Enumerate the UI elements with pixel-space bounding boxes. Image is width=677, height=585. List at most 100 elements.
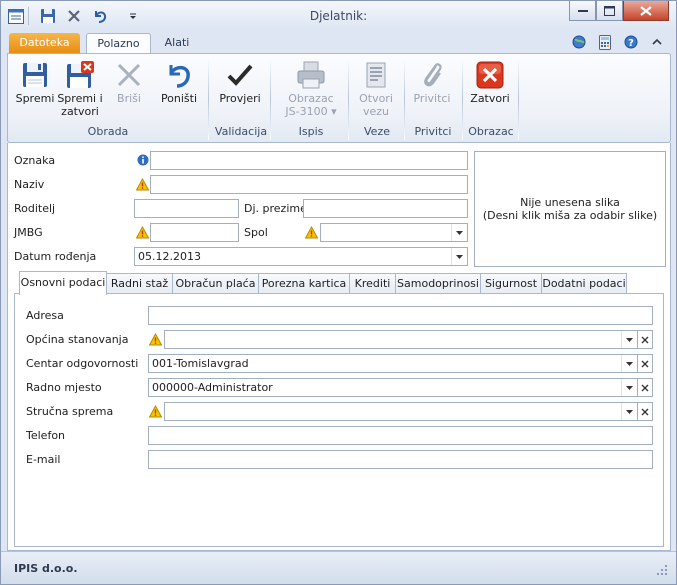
tab-obracun-placa[interactable]: Obračun plaća [172, 273, 259, 294]
status-bar: IPIS d.o.o. [1, 551, 676, 584]
dj-prezime-input[interactable] [303, 199, 468, 218]
save-and-close-label-1: Spremi i [57, 92, 103, 105]
undo-button-label: Poništi [160, 92, 198, 105]
naziv-label: Naziv [14, 178, 45, 191]
chevron-down-icon[interactable] [621, 331, 637, 348]
open-link-button[interactable]: Otvori vezu [354, 58, 398, 118]
chevron-down-icon[interactable] [621, 379, 637, 396]
group-label-validacija: Validacija [214, 125, 268, 138]
delete-button[interactable]: Briši [110, 58, 148, 105]
clear-strucna-sprema-button[interactable] [637, 402, 653, 421]
calculator-icon[interactable] [597, 34, 613, 50]
tab-samodoprinosi[interactable]: Samodoprinosi [395, 273, 481, 294]
close-form-button[interactable]: Zatvori [468, 58, 512, 105]
radno-mjesto-value: 000000-Administrator [152, 381, 273, 394]
ribbon: Spremi Spremi i zatvori Briši Poništi Pr… [7, 53, 671, 143]
validate-button[interactable]: Provjeri [216, 58, 264, 105]
delete-button-label: Briši [117, 92, 141, 105]
oznaka-label: Oznaka [14, 154, 56, 167]
group-separator [348, 58, 349, 140]
minimize-button[interactable] [569, 1, 596, 21]
close-icon [476, 61, 504, 89]
chevron-down-icon[interactable] [621, 403, 637, 420]
tab-krediti[interactable]: Krediti [349, 273, 396, 294]
radno-mjesto-select[interactable]: 000000-Administrator [148, 378, 638, 397]
group-label-ispis: Ispis [298, 125, 324, 138]
tab-polazno[interactable]: Polazno [86, 33, 151, 54]
print-form-button[interactable]: Obrazac JS-3100 ▾ [276, 58, 346, 118]
collapse-ribbon-icon[interactable] [649, 34, 665, 50]
save-button-label: Spremi [15, 92, 55, 105]
group-label-veze: Veze [364, 125, 390, 138]
save-and-close-button[interactable]: Spremi i zatvori [57, 58, 103, 118]
opcina-stanovanja-label: Općina stanovanja [26, 333, 129, 346]
save-button[interactable]: Spremi [13, 58, 57, 105]
photo-placeholder-line-1: Nije unesena slika [520, 196, 620, 209]
tab-porezna-kartica[interactable]: Porezna kartica [258, 273, 350, 294]
strucna-sprema-select[interactable] [164, 402, 638, 421]
check-icon [227, 64, 253, 86]
chevron-down-icon[interactable] [451, 224, 467, 241]
delete-icon [117, 63, 141, 87]
globe-icon[interactable] [571, 34, 587, 50]
centar-odgovornosti-select[interactable]: 001-Tomislavgrad [148, 354, 638, 373]
link-document-icon [366, 62, 386, 88]
close-window-button[interactable] [623, 1, 669, 21]
undo-button[interactable]: Poništi [158, 58, 200, 105]
strucna-sprema-label: Stručna sprema [26, 405, 114, 418]
chevron-down-icon[interactable] [451, 248, 467, 265]
clear-centar-button[interactable] [637, 354, 653, 373]
open-link-label-2: vezu [362, 105, 390, 118]
print-form-label-2: JS-3100 ▾ [285, 105, 337, 118]
photo-placeholder-line-2: (Desni klik miša za odabir slike) [482, 209, 658, 222]
roditelj-label: Roditelj [14, 202, 56, 215]
adresa-label: Adresa [26, 309, 64, 322]
tab-alati[interactable]: Alati [153, 33, 201, 53]
email-label: E-mail [26, 453, 61, 466]
oznaka-input[interactable] [150, 151, 468, 170]
datum-rodjenja-value: 05.12.2013 [138, 250, 201, 263]
chevron-down-icon[interactable] [621, 355, 637, 372]
opcina-stanovanja-select[interactable] [164, 330, 638, 349]
roditelj-input[interactable] [134, 199, 239, 218]
group-label-obrazac: Obrazac [468, 125, 514, 138]
tab-dodatni-podaci[interactable]: Dodatni podaci [541, 273, 627, 294]
adresa-input[interactable] [148, 306, 653, 325]
naziv-input[interactable] [150, 175, 468, 194]
group-label-obrada: Obrada [87, 125, 129, 138]
close-window-icon [640, 5, 652, 16]
group-separator [208, 58, 209, 140]
telefon-label: Telefon [26, 429, 66, 442]
tab-radni-staz[interactable]: Radni staž [106, 273, 173, 294]
photo-placeholder[interactable]: Nije unesena slika (Desni klik miša za o… [474, 151, 666, 267]
undo-icon [169, 65, 190, 88]
warning-icon [149, 405, 162, 418]
tab-datoteka[interactable]: Datoteka [9, 33, 80, 53]
tab-osnovni-podaci[interactable]: Osnovni podaci [19, 271, 107, 295]
save-close-icon [67, 61, 94, 88]
attachments-button-label: Privitci [413, 92, 451, 105]
restore-button[interactable] [596, 1, 623, 21]
tab-sigurnost[interactable]: Sigurnost [480, 273, 542, 294]
dj-prezime-label: Dj. prezime [244, 202, 307, 215]
centar-odgovornosti-label: Centar odgovornosti [26, 357, 139, 370]
telefon-input[interactable] [148, 426, 653, 445]
warning-icon [136, 226, 149, 239]
email-input[interactable] [148, 450, 653, 469]
datum-rodjenja-label: Datum rođenja [14, 250, 97, 263]
save-icon [23, 63, 47, 87]
clear-icon [641, 360, 649, 367]
help-icon[interactable]: ? [623, 34, 639, 50]
clear-opcina-button[interactable] [637, 330, 653, 349]
centar-odgovornosti-value: 001-Tomislavgrad [152, 357, 249, 370]
spol-select[interactable] [320, 223, 468, 242]
clear-icon [641, 336, 649, 343]
jmbg-input[interactable] [150, 223, 239, 242]
group-separator [404, 58, 405, 140]
jmbg-label: JMBG [14, 226, 43, 239]
resize-grip-icon[interactable] [656, 564, 668, 576]
attachments-button[interactable]: Privitci [408, 58, 456, 105]
clear-radno-mjesto-button[interactable] [637, 378, 653, 397]
datum-rodjenja-picker[interactable]: 05.12.2013 [134, 247, 468, 266]
company-name: IPIS d.o.o. [14, 562, 78, 575]
